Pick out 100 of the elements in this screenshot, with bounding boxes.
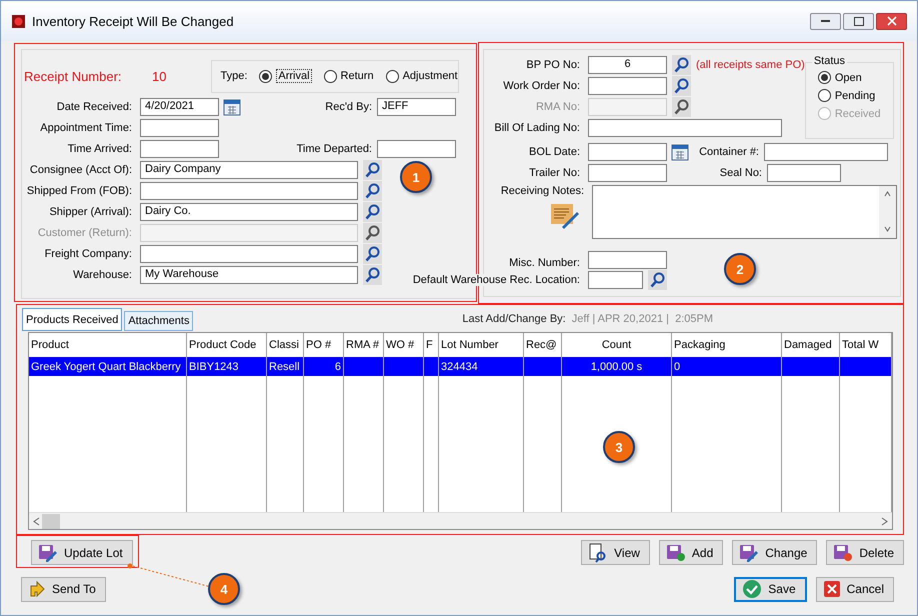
maximize-button[interactable] <box>843 12 874 30</box>
text-field[interactable]: JEFF <box>377 98 456 116</box>
notes-edit-icon[interactable] <box>550 201 580 229</box>
delete-button[interactable]: Delete <box>826 540 904 565</box>
text-field[interactable] <box>140 224 358 242</box>
table-cell: 1,000.00 s <box>562 357 671 376</box>
horizontal-scrollbar[interactable] <box>29 512 892 529</box>
field-label: Rec'd By: <box>324 100 373 112</box>
field-label: Work Order No: <box>502 80 581 92</box>
close-button[interactable] <box>876 12 907 30</box>
send-arrow-icon <box>28 580 46 598</box>
search-icon <box>650 272 665 288</box>
lookup-button[interactable] <box>672 76 691 96</box>
text-field[interactable] <box>588 270 643 288</box>
text-field[interactable] <box>140 244 358 262</box>
radio-option[interactable]: Pending <box>818 89 893 102</box>
text-field[interactable] <box>588 142 667 160</box>
lookup-button[interactable] <box>672 54 691 74</box>
save-button[interactable]: Save <box>734 576 807 602</box>
text-field[interactable] <box>140 182 358 200</box>
field-label: Receiving Notes: <box>500 185 584 197</box>
tab[interactable]: Products Received <box>22 308 122 331</box>
text-field[interactable] <box>764 142 888 160</box>
table-cell: 0 <box>672 357 781 376</box>
radio-button[interactable] <box>386 70 399 82</box>
text-field[interactable] <box>140 140 219 158</box>
add-button[interactable]: Add <box>658 540 724 565</box>
window-title: Inventory Receipt Will Be Changed <box>32 14 234 28</box>
lookup-button[interactable] <box>363 244 382 264</box>
lookup-button[interactable] <box>363 222 382 242</box>
minimize-button[interactable] <box>810 12 841 30</box>
text-field[interactable]: Dairy Co. <box>140 202 358 220</box>
field-label: Shipped From (FOB): <box>26 184 133 196</box>
field-label: Date Received: <box>56 100 133 112</box>
field-label: Warehouse: <box>72 268 133 280</box>
table-cell <box>424 357 438 376</box>
change-button[interactable]: Change <box>732 540 818 565</box>
view-button[interactable]: View <box>581 540 650 565</box>
text-field[interactable] <box>588 164 667 182</box>
table-cell: Greek Yogert Quart Blackberry <box>29 357 186 376</box>
check-icon <box>742 579 762 599</box>
update-button[interactable]: Update Lot <box>31 540 133 565</box>
table-cell <box>840 357 891 376</box>
date-field[interactable]: 4/20/2021 <box>140 98 219 116</box>
scroll-down-icon[interactable] <box>884 225 891 234</box>
annotation-badge: 4 <box>208 573 240 605</box>
lookup-button[interactable] <box>363 264 382 284</box>
text-field[interactable] <box>588 251 667 269</box>
receipt-number: 10 <box>152 68 166 84</box>
field-label: Seal No: <box>718 166 763 178</box>
text-field[interactable] <box>588 76 667 94</box>
radio-button[interactable] <box>818 71 831 84</box>
close-icon <box>822 580 841 598</box>
send-button[interactable]: Send To <box>21 576 106 602</box>
field-label: Container #: <box>698 146 760 158</box>
text-field[interactable]: Dairy Company <box>140 160 358 178</box>
scroll-thumb[interactable] <box>42 514 60 528</box>
type-label: Type: <box>220 70 248 82</box>
text-field[interactable]: 6 <box>588 56 667 74</box>
add-record-icon <box>666 544 686 562</box>
table-cell: Resell <box>267 357 303 376</box>
scroll-up-icon[interactable] <box>884 190 891 199</box>
lookup-button[interactable] <box>672 96 691 116</box>
calendar-icon[interactable] <box>223 98 241 116</box>
calendar-icon[interactable] <box>671 142 689 160</box>
lookup-button[interactable] <box>363 202 382 222</box>
radio-option[interactable]: Open <box>818 71 893 84</box>
scroll-left-icon[interactable] <box>33 516 40 526</box>
radio-button[interactable] <box>259 70 272 82</box>
text-field[interactable]: My Warehouse <box>140 266 358 284</box>
field-label: Misc. Number: <box>508 257 581 269</box>
field-label: Freight Company: <box>44 248 133 260</box>
annotation-badge: 1 <box>400 161 432 193</box>
edit-record-icon <box>38 544 58 562</box>
field-label: RMA No: <box>534 100 581 112</box>
field-label: Bill Of Lading No: <box>493 122 581 134</box>
receipt-number-label: Receipt Number: <box>24 68 123 84</box>
text-field[interactable] <box>588 98 667 116</box>
text-field[interactable] <box>767 164 841 182</box>
table-cell <box>344 357 383 376</box>
radio-option[interactable]: Adjustment <box>386 70 458 82</box>
notes-field[interactable] <box>592 185 897 239</box>
radio-option[interactable]: Return <box>324 70 374 82</box>
radio-button[interactable] <box>324 70 337 82</box>
text-field[interactable] <box>140 118 219 136</box>
scroll-right-icon[interactable] <box>881 516 888 526</box>
search-icon <box>674 78 689 94</box>
tab[interactable]: Attachments <box>124 311 194 331</box>
minimize-icon <box>821 20 830 22</box>
lookup-button[interactable] <box>363 180 382 200</box>
radio-button[interactable] <box>818 89 831 102</box>
cancel-button[interactable]: Cancel <box>816 576 894 602</box>
text-field[interactable] <box>588 118 782 136</box>
lookup-button[interactable] <box>648 270 667 290</box>
lookup-button[interactable] <box>363 160 382 180</box>
table-cell <box>524 357 561 376</box>
note-text: (all receipts same PO) <box>696 58 805 70</box>
field-label: Trailer No: <box>528 166 581 178</box>
maximize-icon <box>854 16 864 26</box>
text-field[interactable] <box>377 140 456 158</box>
